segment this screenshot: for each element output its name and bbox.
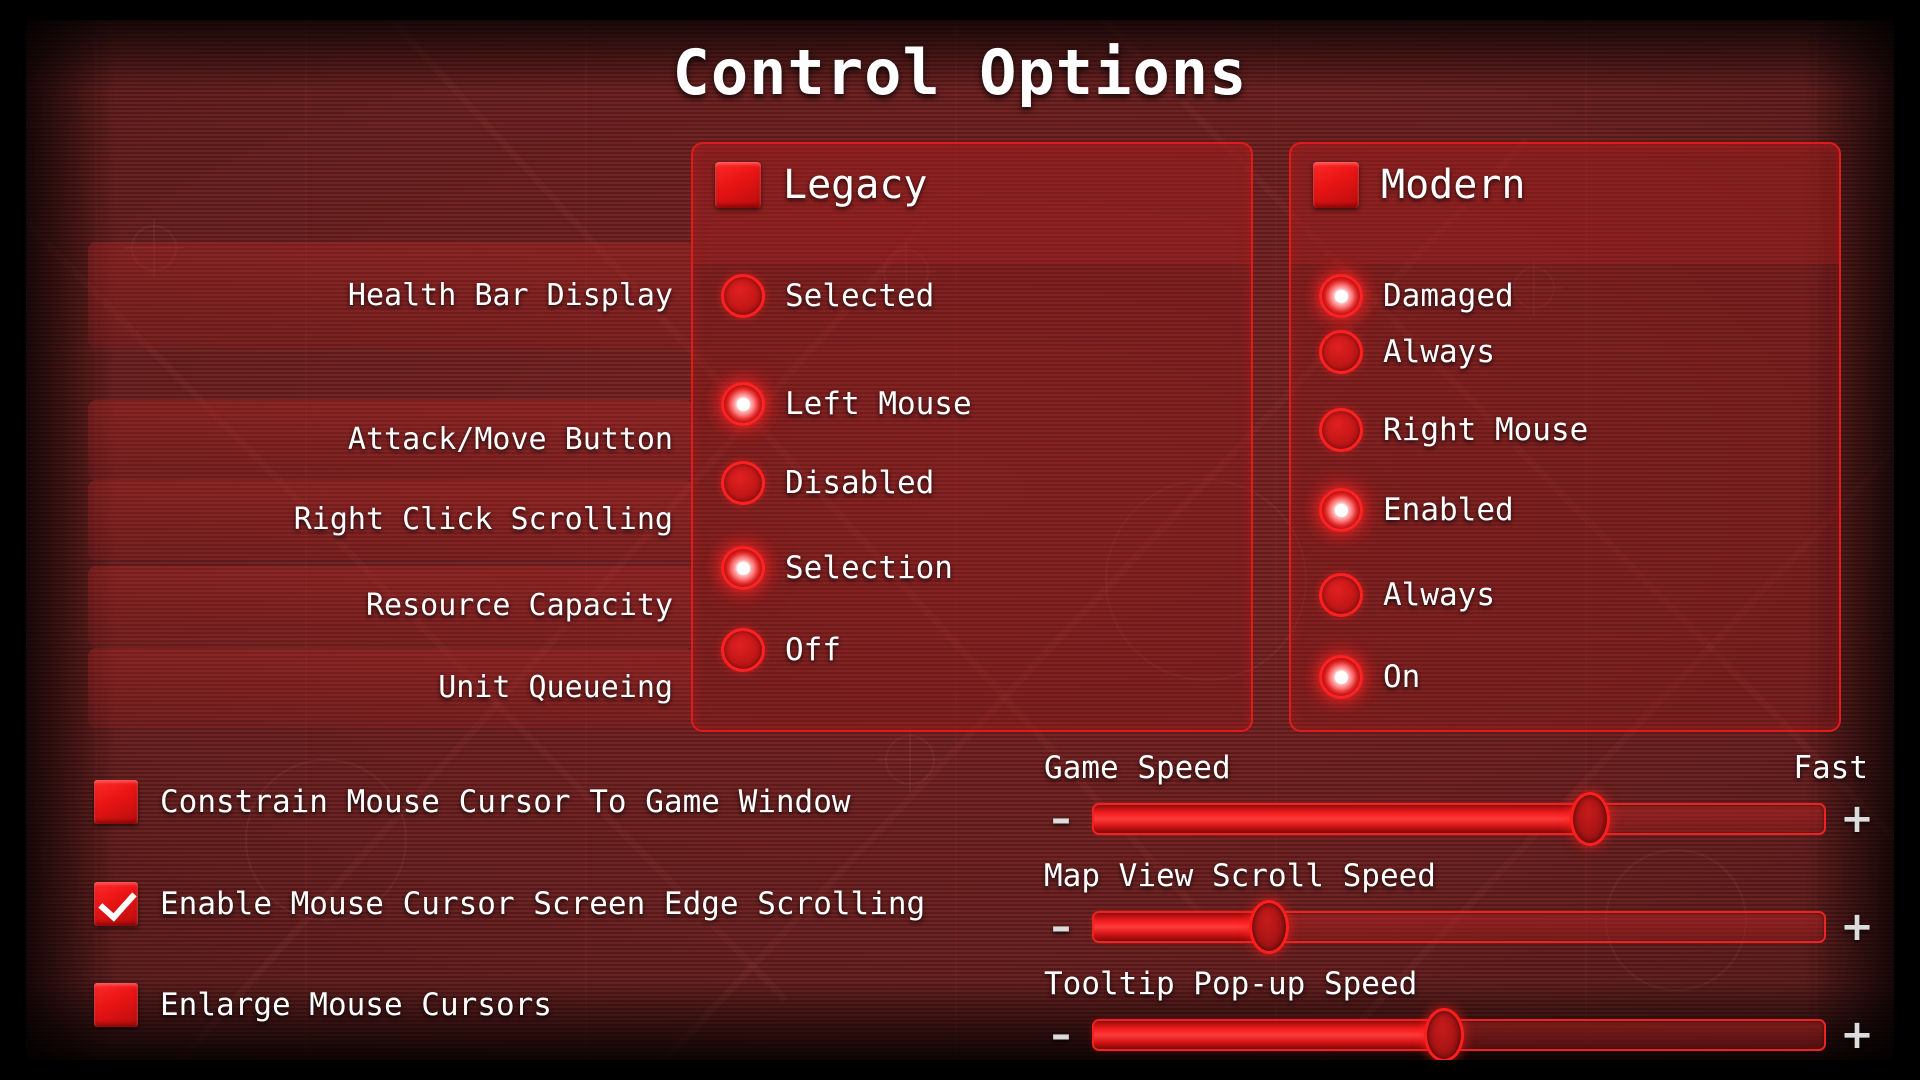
modern-option-always-health[interactable]: Always xyxy=(1319,330,1495,374)
modern-option-label-always-resource: Always xyxy=(1383,577,1495,613)
radio-modern-enabled[interactable] xyxy=(1319,488,1363,532)
radio-modern-right-mouse[interactable] xyxy=(1319,408,1363,452)
radio-legacy-off[interactable] xyxy=(721,628,765,672)
row-label-resource-capacity: Resource Capacity xyxy=(365,588,673,623)
modern-option-on[interactable]: On xyxy=(1319,655,1420,699)
row-band-resource-capacity: Resource Capacity xyxy=(88,566,693,646)
checkbox-row-edge-scrolling[interactable]: Enable Mouse Cursor Screen Edge Scrollin… xyxy=(94,882,925,926)
radio-modern-always-health[interactable] xyxy=(1319,330,1363,374)
legacy-column-label: Legacy xyxy=(783,162,928,208)
modern-option-label-always-health: Always xyxy=(1383,334,1495,370)
modern-option-label-on: On xyxy=(1383,659,1421,695)
row-band-unit-queueing: Unit Queueing xyxy=(88,648,693,728)
modern-column-label: Modern xyxy=(1381,162,1526,208)
slider-track-tooltip-popup-speed[interactable] xyxy=(1092,1008,1826,1060)
decrease-button-game-speed[interactable]: – xyxy=(1044,799,1078,839)
legacy-filled-square-icon[interactable] xyxy=(715,162,761,208)
slider-track-game-speed[interactable] xyxy=(1092,792,1826,846)
legacy-option-label-left-mouse: Left Mouse xyxy=(785,386,972,422)
legacy-option-label-disabled: Disabled xyxy=(785,465,935,501)
row-band-attack-move-button: Attack/Move Button xyxy=(88,400,693,480)
modern-option-always-resource[interactable]: Always xyxy=(1319,573,1495,617)
modern-column-header[interactable]: Modern xyxy=(1313,162,1526,208)
legacy-option-off[interactable]: Off xyxy=(721,628,841,672)
row-label-health-bar-display: Health Bar Display xyxy=(347,278,673,313)
checkbox-label-edge-scrolling: Enable Mouse Cursor Screen Edge Scrollin… xyxy=(160,886,926,922)
slider-control-game-speed[interactable]: – + xyxy=(1044,792,1874,846)
page-title: Control Options xyxy=(672,36,1248,109)
slider-knob-tooltip-popup-speed[interactable] xyxy=(1424,1008,1465,1060)
slider-label-game-speed: Game Speed xyxy=(1044,750,1231,786)
radio-legacy-disabled[interactable] xyxy=(721,461,765,505)
checkbox-enlarge-cursors[interactable] xyxy=(94,983,138,1027)
slider-knob-game-speed[interactable] xyxy=(1570,792,1611,846)
modern-option-label-enabled: Enabled xyxy=(1383,492,1514,528)
slider-fill-map-view-scroll-speed xyxy=(1094,913,1270,941)
options-screen: Control Options Health Bar Display Attac… xyxy=(0,0,1920,1080)
legacy-option-label-selection: Selection xyxy=(785,550,953,586)
legacy-option-selection[interactable]: Selection xyxy=(721,546,953,590)
slider-control-map-view-scroll-speed[interactable]: – + xyxy=(1044,900,1874,954)
increase-button-tooltip-popup-speed[interactable]: + xyxy=(1840,1015,1874,1055)
checkbox-edge-scrolling[interactable] xyxy=(94,882,138,926)
row-label-right-click-scrolling: Right Click Scrolling xyxy=(293,502,673,537)
slider-fill-tooltip-popup-speed xyxy=(1094,1021,1445,1049)
radio-legacy-selected[interactable] xyxy=(721,274,765,318)
slider-header-game-speed: Game Speed Fast xyxy=(1044,750,1874,792)
legacy-option-selected[interactable]: Selected xyxy=(721,274,934,318)
slider-block-map-view-scroll-speed: Map View Scroll Speed – + xyxy=(1044,858,1874,954)
decrease-button-tooltip-popup-speed[interactable]: – xyxy=(1044,1015,1078,1055)
row-band-right-click-scrolling: Right Click Scrolling xyxy=(88,480,693,560)
checkbox-row-constrain-mouse-cursor[interactable]: Constrain Mouse Cursor To Game Window xyxy=(94,780,851,824)
slider-label-tooltip-popup-speed: Tooltip Pop-up Speed xyxy=(1044,966,1418,1002)
modern-option-damaged[interactable]: Damaged xyxy=(1319,274,1514,318)
slider-right-label-game-speed: Fast xyxy=(1793,750,1868,786)
radio-modern-on[interactable] xyxy=(1319,655,1363,699)
checkbox-constrain-mouse-cursor[interactable] xyxy=(94,780,138,824)
increase-button-game-speed[interactable]: + xyxy=(1840,799,1874,839)
checkbox-label-enlarge-cursors: Enlarge Mouse Cursors xyxy=(160,987,552,1023)
options-content: Control Options Health Bar Display Attac… xyxy=(26,20,1894,1060)
slider-track-map-view-scroll-speed[interactable] xyxy=(1092,900,1826,954)
screen-frame: Control Options Health Bar Display Attac… xyxy=(26,20,1894,1060)
radio-modern-always-resource[interactable] xyxy=(1319,573,1363,617)
row-label-unit-queueing: Unit Queueing xyxy=(438,670,673,705)
row-band-health-bar-display: Health Bar Display xyxy=(88,242,693,348)
modern-option-enabled[interactable]: Enabled xyxy=(1319,488,1514,532)
row-label-attack-move-button: Attack/Move Button xyxy=(347,422,673,457)
modern-option-right-mouse[interactable]: Right Mouse xyxy=(1319,408,1588,452)
slider-block-tooltip-popup-speed: Tooltip Pop-up Speed – + xyxy=(1044,966,1874,1060)
slider-label-map-view-scroll-speed: Map View Scroll Speed xyxy=(1044,858,1436,894)
decrease-button-map-view-scroll-speed[interactable]: – xyxy=(1044,907,1078,947)
increase-button-map-view-scroll-speed[interactable]: + xyxy=(1840,907,1874,947)
checkbox-row-enlarge-cursors[interactable]: Enlarge Mouse Cursors xyxy=(94,983,552,1027)
radio-legacy-left-mouse[interactable] xyxy=(721,382,765,426)
modern-filled-square-icon[interactable] xyxy=(1313,162,1359,208)
radio-modern-damaged[interactable] xyxy=(1319,274,1363,318)
slider-knob-map-view-scroll-speed[interactable] xyxy=(1249,900,1290,954)
modern-option-label-damaged: Damaged xyxy=(1383,278,1514,314)
legacy-option-left-mouse[interactable]: Left Mouse xyxy=(721,382,972,426)
legacy-option-label-selected: Selected xyxy=(785,278,935,314)
legacy-option-disabled[interactable]: Disabled xyxy=(721,461,934,505)
slider-header-map-view-scroll-speed: Map View Scroll Speed xyxy=(1044,858,1874,900)
slider-header-tooltip-popup-speed: Tooltip Pop-up Speed xyxy=(1044,966,1874,1008)
legacy-option-label-off: Off xyxy=(785,632,841,668)
radio-legacy-selection[interactable] xyxy=(721,546,765,590)
slider-control-tooltip-popup-speed[interactable]: – + xyxy=(1044,1008,1874,1060)
slider-block-game-speed: Game Speed Fast – + xyxy=(1044,750,1874,846)
checkbox-label-constrain-mouse-cursor: Constrain Mouse Cursor To Game Window xyxy=(160,784,851,820)
slider-fill-game-speed xyxy=(1094,805,1591,833)
legacy-column-header[interactable]: Legacy xyxy=(715,162,928,208)
modern-option-label-right-mouse: Right Mouse xyxy=(1383,412,1589,448)
